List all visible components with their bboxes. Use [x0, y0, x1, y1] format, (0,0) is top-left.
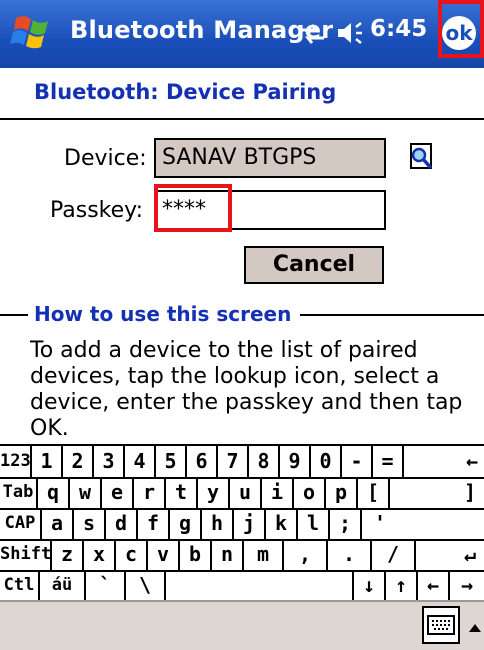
help-text: To add a device to the list of paired de… [30, 338, 463, 440]
key[interactable]: d [106, 508, 138, 539]
key[interactable]: y [198, 477, 230, 508]
device-label: Device: [64, 146, 147, 171]
key[interactable]: 7 [218, 446, 249, 477]
page-title: Bluetooth: Device Pairing [34, 80, 337, 104]
caps-key[interactable]: CAP [0, 508, 42, 539]
key[interactable]: u [230, 477, 262, 508]
up-arrow-key[interactable]: ↑ [386, 570, 418, 601]
key[interactable]: o [294, 477, 326, 508]
enter-key[interactable]: ↵ [416, 539, 484, 570]
key[interactable]: ` [86, 570, 126, 601]
key[interactable]: j [234, 508, 266, 539]
accent-key[interactable]: áü [40, 570, 86, 601]
help-heading: How to use this screen [34, 302, 292, 326]
key[interactable]: 3 [94, 446, 125, 477]
passkey-label: Passkey: [50, 198, 144, 223]
key[interactable]: v [148, 539, 180, 570]
key[interactable]: ] [390, 477, 484, 508]
key-123[interactable]: 123 [0, 446, 32, 477]
right-arrow-key[interactable]: → [450, 570, 484, 601]
ok-highlight-box [438, 0, 484, 58]
key[interactable]: 2 [63, 446, 94, 477]
key[interactable]: t [166, 477, 198, 508]
key[interactable]: h [202, 508, 234, 539]
backspace-key[interactable]: ← [404, 446, 484, 477]
key[interactable]: 4 [125, 446, 156, 477]
key[interactable]: , [284, 539, 328, 570]
key[interactable]: q [38, 477, 70, 508]
key[interactable]: c [116, 539, 148, 570]
keyboard-row-2: Tab q w e r t y u i o p [ ] [0, 477, 484, 510]
key[interactable]: n [212, 539, 244, 570]
key[interactable]: 6 [187, 446, 218, 477]
left-arrow-key[interactable]: ← [418, 570, 450, 601]
tab-key[interactable]: Tab [0, 477, 38, 508]
cancel-button[interactable]: Cancel [244, 246, 384, 284]
key[interactable]: x [84, 539, 116, 570]
keyboard-icon[interactable] [422, 606, 460, 644]
key[interactable]: - [342, 446, 373, 477]
ctl-key[interactable]: Ctl [0, 570, 40, 601]
space-key[interactable] [166, 570, 354, 601]
title-bar: Bluetooth Manager 6:45 ok [0, 0, 484, 68]
key[interactable]: . [328, 539, 372, 570]
key[interactable]: 0 [311, 446, 342, 477]
key[interactable]: g [170, 508, 202, 539]
key[interactable]: w [70, 477, 102, 508]
key[interactable]: p [326, 477, 358, 508]
shift-key[interactable]: Shift [0, 539, 52, 570]
input-selector-arrow-icon[interactable] [466, 612, 484, 642]
key[interactable]: l [298, 508, 330, 539]
key[interactable]: z [52, 539, 84, 570]
volume-icon[interactable] [334, 18, 364, 48]
key[interactable]: ; [330, 508, 362, 539]
key[interactable]: e [102, 477, 134, 508]
key[interactable]: / [372, 539, 416, 570]
key[interactable]: r [134, 477, 166, 508]
key[interactable]: b [180, 539, 212, 570]
lookup-icon[interactable] [404, 140, 438, 174]
down-arrow-key[interactable]: ↓ [354, 570, 386, 601]
help-section-header: How to use this screen [0, 302, 484, 326]
key[interactable]: = [373, 446, 404, 477]
key[interactable]: [ [358, 477, 390, 508]
keyboard-row-4: Shift z x c v b n m , . / ↵ [0, 539, 484, 572]
clock[interactable]: 6:45 [370, 16, 427, 42]
device-field[interactable]: SANAV BTGPS [154, 138, 386, 178]
key[interactable]: a [42, 508, 74, 539]
keyboard-row-1: 123 1 2 3 4 5 6 7 8 9 0 - = ← [0, 446, 484, 479]
soft-keyboard: 123 1 2 3 4 5 6 7 8 9 0 - = ← Tab q w e … [0, 444, 484, 602]
app-title: Bluetooth Manager [70, 16, 334, 44]
keyboard-row-5: Ctl áü ` \ ↓ ↑ ← → [0, 570, 484, 601]
key[interactable]: ' [362, 508, 484, 539]
key[interactable]: f [138, 508, 170, 539]
passkey-highlight-box [154, 184, 232, 232]
divider [0, 314, 28, 316]
divider [300, 314, 484, 316]
key[interactable]: i [262, 477, 294, 508]
connectivity-icon[interactable] [296, 18, 328, 50]
start-menu-icon[interactable] [10, 10, 54, 54]
menu-bar [0, 600, 484, 650]
keyboard-row-3: CAP a s d f g h j k l ; ' [0, 508, 484, 541]
page-header: Bluetooth: Device Pairing [0, 68, 484, 120]
key[interactable]: 5 [156, 446, 187, 477]
key[interactable]: k [266, 508, 298, 539]
key[interactable]: \ [126, 570, 166, 601]
key[interactable]: m [244, 539, 284, 570]
key[interactable]: 9 [280, 446, 311, 477]
key[interactable]: 8 [249, 446, 280, 477]
key[interactable]: 1 [32, 446, 63, 477]
key[interactable]: s [74, 508, 106, 539]
